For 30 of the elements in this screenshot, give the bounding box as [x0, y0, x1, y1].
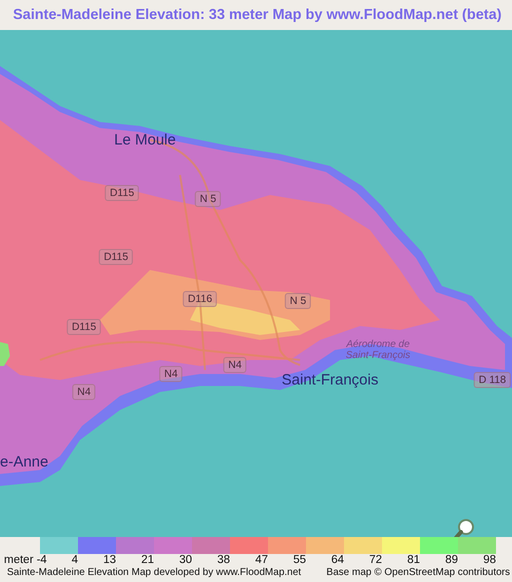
road-label: D115 [104, 185, 140, 201]
road-label: N4 [72, 384, 96, 400]
attribution-text: Base map © OpenStreetMap contributors [326, 567, 510, 579]
legend-value: 13 [103, 554, 116, 567]
legend-value: meter -4 [4, 554, 47, 567]
road-label: D115 [98, 249, 134, 265]
legend-value: 4 [72, 554, 78, 567]
legend-value: 21 [141, 554, 154, 567]
legend-value: 64 [331, 554, 344, 567]
place-label: e-Anne [0, 454, 48, 470]
road-label: D116 [182, 291, 218, 307]
road-label: N 5 [194, 191, 222, 207]
legend-value: 30 [179, 554, 192, 567]
legend-value: 47 [255, 554, 268, 567]
legend-value: 55 [293, 554, 306, 567]
road-label: D115 [66, 319, 102, 335]
legend-value: 38 [217, 554, 230, 567]
legend-value: 81 [407, 554, 420, 567]
legend-value: 98 [483, 554, 496, 567]
place-label: Le Moule [114, 132, 176, 148]
road-label: N4 [223, 357, 247, 373]
road-label: N4 [159, 366, 183, 382]
road-label: N 5 [284, 293, 312, 309]
legend-value: 89 [445, 554, 458, 567]
place-label: Saint-François [282, 372, 378, 388]
road-label: D 118 [474, 372, 511, 388]
credit-text: Sainte-Madeleine Elevation Map developed by www.FloodMap.net [7, 567, 302, 579]
map-title: Sainte-Madeleine Elevation: 33 meter Map by www.FloodMap.net (beta) [13, 7, 502, 23]
legend-value: 72 [369, 554, 382, 567]
magnifier-icon [452, 518, 476, 537]
